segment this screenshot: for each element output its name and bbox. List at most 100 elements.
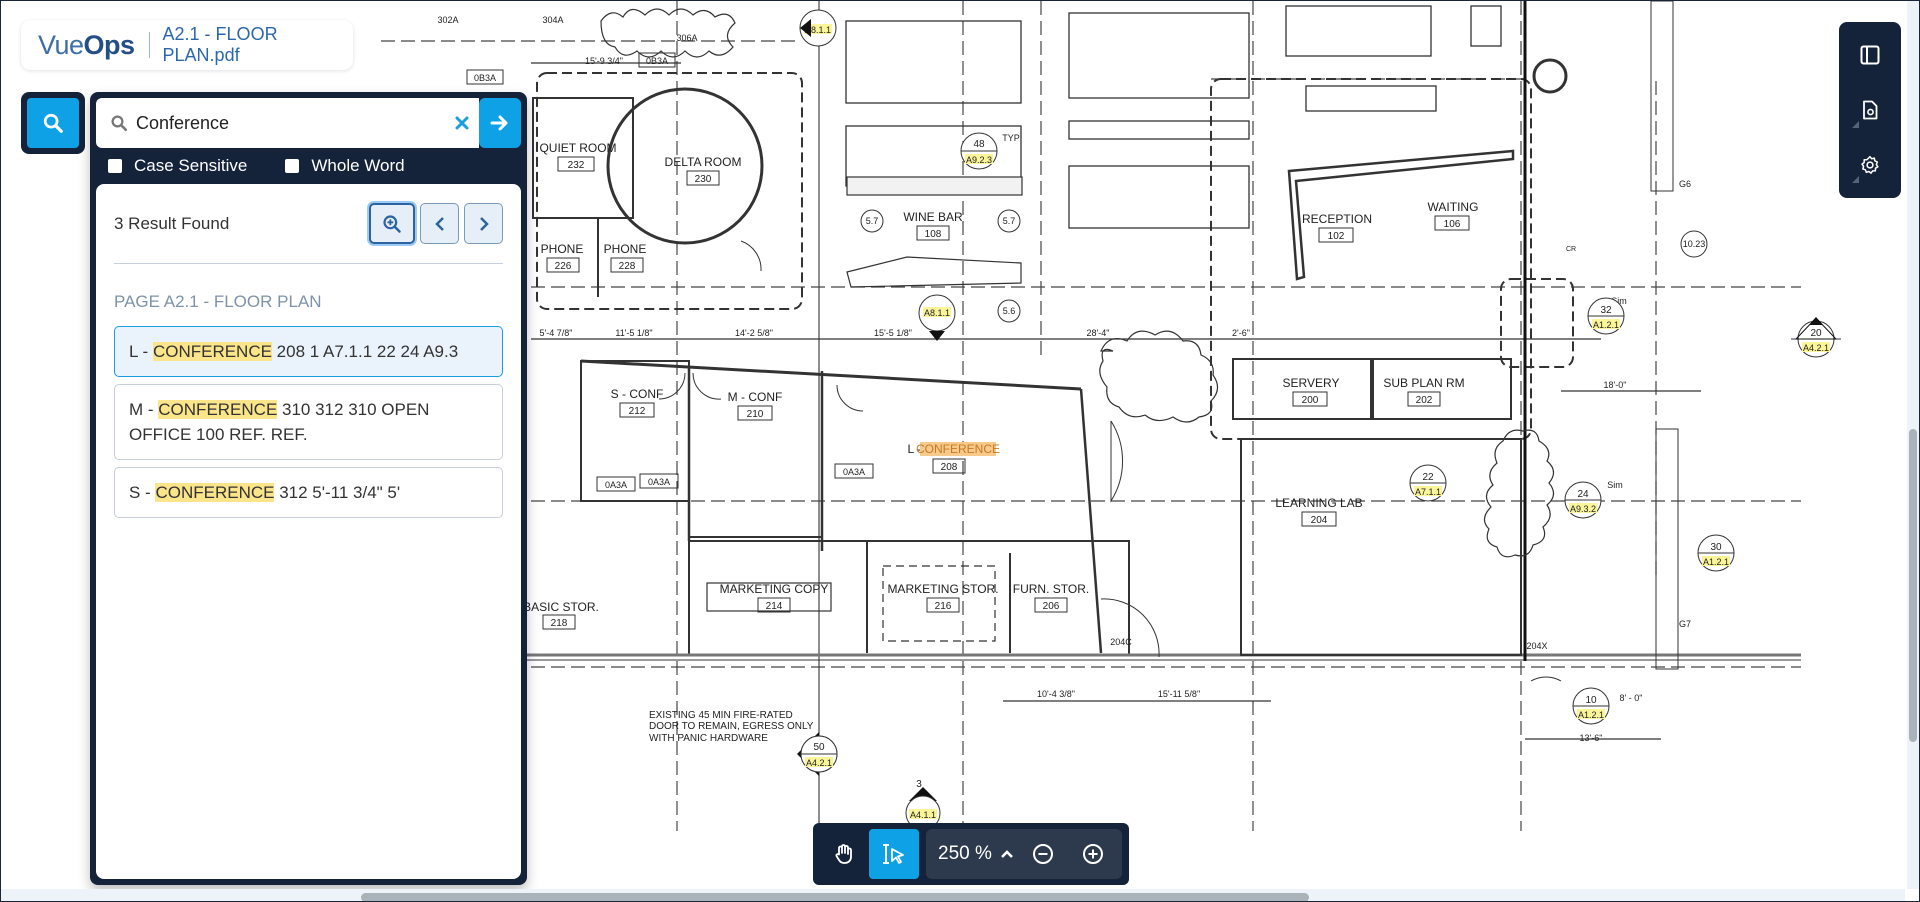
- vueops-logo: VueOps: [38, 29, 135, 60]
- svg-text:CR: CR: [1566, 246, 1576, 253]
- svg-text:22: 22: [1422, 472, 1434, 483]
- match-highlight: CONFERENCE: [155, 483, 275, 502]
- hand-icon: [835, 844, 852, 864]
- svg-text:10.23: 10.23: [1683, 239, 1706, 249]
- svg-text:306A: 306A: [676, 33, 697, 43]
- toggle-sidebar-button[interactable]: [1850, 35, 1890, 75]
- submenu-indicator: [1852, 120, 1859, 128]
- conference-match-label: CONFERENCE: [916, 442, 1000, 456]
- sidebar-panel-icon: [1860, 45, 1880, 65]
- svg-text:30: 30: [1710, 542, 1722, 553]
- callout: A8.1.1: [918, 294, 956, 341]
- vertical-scrollbar[interactable]: [1907, 1, 1919, 889]
- settings-button[interactable]: [1850, 145, 1890, 185]
- svg-text:11'-5 1/8": 11'-5 1/8": [615, 328, 652, 338]
- pdf-viewer: QUIET ROOM 232 DELTA ROOM 230 PHONE 226 …: [0, 0, 1920, 902]
- svg-text:5.6: 5.6: [1003, 306, 1016, 316]
- search-result-item[interactable]: L - CONFERENCE 208 1 A7.1.1 22 24 A9.3: [114, 326, 503, 377]
- whole-word-option[interactable]: Whole Word: [285, 156, 405, 176]
- svg-text:216: 216: [935, 601, 952, 612]
- search-results: 3 Result Found PAGE A2.1 - FLOOR PLAN L …: [96, 184, 521, 879]
- case-sensitive-checkbox[interactable]: [108, 159, 122, 173]
- zoom-controls: 250 %: [926, 829, 1122, 879]
- search-input[interactable]: [136, 112, 436, 134]
- svg-text:15'-5 1/8": 15'-5 1/8": [874, 328, 912, 338]
- svg-text:18'-0": 18'-0": [1604, 380, 1627, 390]
- callout: A8.1.1: [799, 9, 837, 47]
- svg-text:0B3A: 0B3A: [474, 73, 496, 83]
- search-result-item[interactable]: M - CONFERENCE 310 312 310 OPEN OFFICE 1…: [114, 384, 503, 460]
- search-icon: [43, 113, 63, 133]
- svg-text:A1.2.1: A1.2.1: [1703, 557, 1729, 567]
- svg-text:RECEPTION: RECEPTION: [1302, 212, 1372, 226]
- svg-text:48: 48: [973, 139, 985, 150]
- next-result-button[interactable]: [464, 203, 503, 244]
- svg-text:MARKETING COPY: MARKETING COPY: [720, 582, 829, 596]
- svg-text:214: 214: [766, 601, 783, 612]
- svg-text:WITH PANIC HARDWARE: WITH PANIC HARDWARE: [649, 733, 768, 744]
- chevron-up-icon: [1000, 850, 1013, 858]
- match-highlight: CONFERENCE: [152, 342, 272, 361]
- svg-text:230: 230: [695, 174, 712, 185]
- zoom-level: 250 %: [938, 843, 992, 864]
- svg-text:Sim: Sim: [1607, 480, 1623, 490]
- svg-text:S - CONF: S - CONF: [611, 387, 664, 401]
- svg-text:5.7: 5.7: [1003, 216, 1016, 226]
- svg-text:A9.3.2: A9.3.2: [1570, 504, 1596, 514]
- svg-text:15'-11 5/8": 15'-11 5/8": [1158, 689, 1200, 699]
- svg-text:232: 232: [568, 160, 585, 171]
- svg-text:5'-4 7/8": 5'-4 7/8": [540, 328, 573, 338]
- svg-text:304A: 304A: [542, 15, 563, 25]
- svg-text:200: 200: [1302, 395, 1319, 406]
- svg-text:20: 20: [1810, 328, 1822, 339]
- zoom-out-button[interactable]: [1024, 834, 1062, 874]
- zoom-level-dropdown[interactable]: 250 %: [938, 843, 1014, 865]
- svg-text:212: 212: [629, 406, 646, 417]
- svg-text:28'-4": 28'-4": [1087, 328, 1110, 338]
- match-highlight: CONFERENCE: [158, 400, 278, 419]
- search-result-item[interactable]: S - CONFERENCE 312 5'-11 3/4" 5': [114, 467, 503, 518]
- svg-text:PHONE: PHONE: [604, 242, 647, 256]
- pan-tool-button[interactable]: [819, 829, 869, 879]
- svg-text:M - CONF: M - CONF: [728, 390, 783, 404]
- search-panel: Case Sensitive Whole Word 3 Result Found: [90, 92, 527, 885]
- side-toolbar: [1839, 22, 1901, 198]
- svg-text:A8.1.1: A8.1.1: [924, 308, 950, 318]
- horizontal-scrollbar[interactable]: [1, 889, 1905, 901]
- file-gear-icon: [1863, 100, 1878, 120]
- svg-text:WINE BAR: WINE BAR: [903, 210, 963, 224]
- case-sensitive-option[interactable]: Case Sensitive: [108, 156, 247, 176]
- chevron-right-icon: [479, 216, 489, 231]
- search-field[interactable]: [96, 98, 445, 148]
- callout: 30 A1.2.1: [1697, 534, 1735, 572]
- whole-word-checkbox[interactable]: [285, 159, 300, 173]
- vertical-scroll-thumb[interactable]: [1909, 429, 1917, 742]
- select-tool-button[interactable]: [869, 829, 919, 879]
- arrow-right-icon: [490, 115, 508, 131]
- svg-text:0A3A: 0A3A: [648, 477, 670, 487]
- horizontal-scroll-thumb[interactable]: [361, 893, 1309, 901]
- svg-text:302A: 302A: [437, 15, 458, 25]
- zoom-to-result-button[interactable]: [369, 203, 415, 244]
- minus-circle-icon: [1032, 844, 1053, 864]
- svg-text:PHONE: PHONE: [541, 242, 584, 256]
- svg-text:50: 50: [813, 742, 825, 753]
- svg-text:A7.1.1: A7.1.1: [1415, 487, 1441, 497]
- search-toggle-button[interactable]: [21, 92, 85, 154]
- callout: 10 A1.2.1: [1572, 687, 1610, 725]
- svg-text:32: 32: [1600, 305, 1612, 316]
- svg-text:LEARNING LAB: LEARNING LAB: [1275, 496, 1362, 510]
- svg-text:G7: G7: [1679, 619, 1691, 629]
- svg-text:0B3A: 0B3A: [646, 56, 668, 66]
- svg-text:5.7: 5.7: [866, 216, 879, 226]
- svg-text:3: 3: [916, 779, 922, 790]
- document-settings-button[interactable]: [1850, 90, 1890, 130]
- previous-result-button[interactable]: [420, 203, 459, 244]
- zoom-in-button[interactable]: [1074, 834, 1112, 874]
- svg-text:DOOR TO REMAIN, EGRESS ONLY: DOOR TO REMAIN, EGRESS ONLY: [649, 721, 814, 732]
- svg-text:228: 228: [619, 261, 636, 272]
- clear-search-button[interactable]: [445, 116, 479, 130]
- case-sensitive-label: Case Sensitive: [134, 156, 248, 175]
- search-submit-button[interactable]: [479, 98, 521, 148]
- close-icon: [455, 116, 469, 130]
